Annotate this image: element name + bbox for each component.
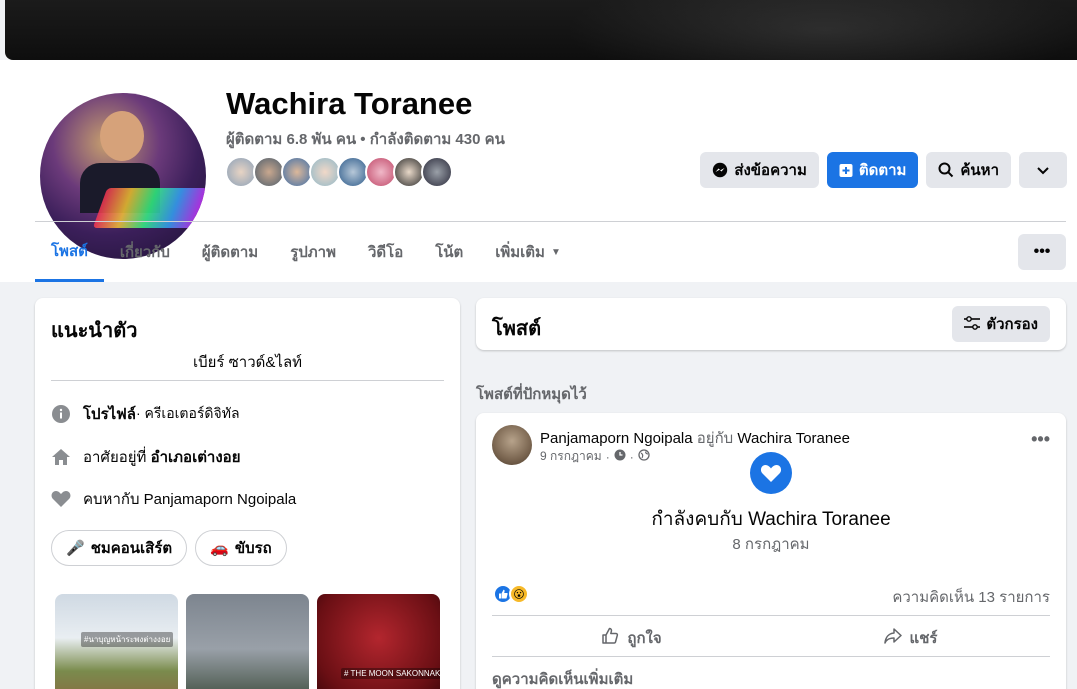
posts-header-card: โพสต์ ตัวกรอง xyxy=(476,298,1066,350)
cover-photo[interactable] xyxy=(5,0,1077,60)
intro-bio: เบียร์ ซาวด์&ไลท์ xyxy=(192,354,303,371)
relationship-date: 8 กรกฎาคม xyxy=(732,536,810,553)
photo-caption: # THE MOON SAKONNAKHON xyxy=(341,668,440,679)
message-label: ส่งข้อความ xyxy=(734,162,807,179)
info-lives-prefix: อาศัยอยู่ที่ xyxy=(83,449,151,466)
search-label: ค้นหา xyxy=(960,162,999,179)
info-icon xyxy=(51,404,71,424)
meta-separator: · xyxy=(629,449,634,464)
tab-more-label: เพิ่มเติม xyxy=(495,244,545,261)
tab-videos[interactable]: วิดีโอ xyxy=(352,222,419,282)
relationship-title: กำลังคบกับ Wachira Toranee xyxy=(651,509,891,530)
intro-card: แนะนำตัว เบียร์ ซาวด์&ไลท์ โปรไฟล์ · ครี… xyxy=(35,298,460,689)
hobby-chip-label: ชมคอนเสิร์ต xyxy=(90,540,173,557)
posts-title: โพสต์ xyxy=(492,318,542,340)
tab-photos[interactable]: รูปภาพ xyxy=(274,222,352,282)
view-more-comments-link[interactable]: ดูความคิดเห็นเพิ่มเติม xyxy=(492,667,633,689)
chevron-down-icon xyxy=(1037,162,1049,179)
post-with-text: อยู่กับ xyxy=(692,430,738,447)
message-button[interactable]: ส่งข้อความ xyxy=(700,152,819,188)
ellipsis-icon: ••• xyxy=(1033,243,1051,260)
hobby-chips: 🎤 ชมคอนเสิร์ต 🚗 ขับรถ xyxy=(51,530,287,566)
thumbs-up-icon xyxy=(601,627,619,650)
intro-title: แนะนำตัว xyxy=(51,320,138,342)
profile-header: Wachira Toranee ผู้ติดตาม 6.8 พัน คน • ก… xyxy=(0,60,1077,282)
more-options-button[interactable] xyxy=(1019,152,1067,188)
avatar[interactable] xyxy=(421,156,453,188)
share-icon xyxy=(883,627,902,649)
photo-caption: #นาบุญหน้าระพงต่างงอย xyxy=(81,632,174,647)
wow-reaction-icon: 😮 xyxy=(509,584,529,604)
profile-actions: ส่งข้อความ ติดตาม ค้นหา xyxy=(700,152,1067,188)
home-icon xyxy=(51,447,71,467)
follow-label: ติดตาม xyxy=(858,162,907,179)
microphone-icon: 🎤 xyxy=(66,540,85,557)
pinned-post: Panjamaporn Ngoipala อยู่กับ Wachira Tor… xyxy=(476,413,1066,689)
reactions-summary[interactable]: 😮 xyxy=(493,584,529,604)
tab-about[interactable]: เกี่ยวกับ xyxy=(104,222,186,282)
comments-count[interactable]: ความคิดเห็น 13 รายการ xyxy=(892,585,1050,609)
post-meta: 9 กรกฎาคม · · xyxy=(540,447,650,466)
info-relationship-value[interactable]: Panjamaporn Ngoipala xyxy=(144,491,297,508)
profile-name: Wachira Toranee xyxy=(226,86,473,121)
featured-photo[interactable]: #นาบุญหน้าระพงต่างงอย xyxy=(55,594,178,689)
tab-more[interactable]: เพิ่มเติม ▼ xyxy=(479,222,577,282)
tab-followers[interactable]: ผู้ติดตาม xyxy=(186,222,274,282)
follow-icon xyxy=(839,163,853,178)
relationship-heart-icon xyxy=(750,452,792,494)
meta-separator: · xyxy=(605,449,610,464)
pinned-posts-label: โพสต์ที่ปักหมุดไว้ xyxy=(476,386,587,403)
info-relationship-prefix: คบหากับ xyxy=(83,491,144,508)
info-lives: อาศัยอยู่ที่ อำเภอเต่างอย xyxy=(51,445,240,469)
filter-icon xyxy=(964,315,981,333)
post-divider xyxy=(492,615,1050,616)
featured-photo[interactable] xyxy=(186,594,309,689)
hobby-chip[interactable]: 🚗 ขับรถ xyxy=(195,530,287,566)
info-profile: โปรไฟล์ · ครีเอเตอร์ดิจิทัล xyxy=(51,402,240,426)
share-button[interactable]: แชร์ xyxy=(771,625,1050,651)
tab-notes[interactable]: โน้ต xyxy=(419,222,479,282)
avatar[interactable] xyxy=(492,425,532,465)
post-date[interactable]: 9 กรกฎาคม xyxy=(540,447,602,466)
follower-avatars[interactable] xyxy=(225,156,453,188)
post-author[interactable]: Panjamaporn Ngoipala xyxy=(540,430,693,447)
hobby-chip[interactable]: 🎤 ชมคอนเสิร์ต xyxy=(51,530,188,566)
like-button[interactable]: ถูกใจ xyxy=(492,625,771,651)
heart-icon xyxy=(51,489,71,509)
post-options-button[interactable]: ••• xyxy=(1031,429,1050,450)
bio-divider xyxy=(51,380,444,381)
featured-photos: #นาบุญหน้าระพงต่างงอย # THE MOON SAKONNA… xyxy=(55,594,440,689)
info-lives-value[interactable]: อำเภอเต่างอย xyxy=(151,445,241,469)
post-tagged-name[interactable]: Wachira Toranee xyxy=(737,430,850,447)
search-icon xyxy=(938,162,954,178)
share-label: แชร์ xyxy=(909,630,938,647)
filter-label: ตัวกรอง xyxy=(986,316,1038,333)
profile-tabs: โพสต์ เกี่ยวกับ ผู้ติดตาม รูปภาพ วิดีโอ … xyxy=(35,222,577,282)
clock-icon xyxy=(614,449,626,464)
follow-button[interactable]: ติดตาม xyxy=(826,152,919,188)
tabs-more-button[interactable]: ••• xyxy=(1018,234,1066,270)
featured-photo[interactable]: # THE MOON SAKONNAKHON xyxy=(317,594,440,689)
hobby-chip-label: ขับรถ xyxy=(234,540,272,557)
like-label: ถูกใจ xyxy=(627,630,662,647)
filter-button[interactable]: ตัวกรอง xyxy=(952,306,1050,342)
messenger-icon xyxy=(712,162,728,178)
post-divider xyxy=(492,656,1050,657)
car-icon: 🚗 xyxy=(210,540,229,557)
followers-count[interactable]: ผู้ติดตาม 6.8 พัน คน • กำลังติดตาม 430 ค… xyxy=(226,127,505,151)
search-button[interactable]: ค้นหา xyxy=(926,152,1011,188)
info-profile-label: โปรไฟล์ xyxy=(83,406,136,423)
info-relationship: คบหากับ Panjamaporn Ngoipala xyxy=(51,487,296,511)
globe-icon xyxy=(638,449,650,464)
caret-down-icon: ▼ xyxy=(550,246,561,258)
tab-posts[interactable]: โพสต์ xyxy=(35,222,104,282)
info-profile-value: · ครีเอเตอร์ดิจิทัล xyxy=(136,405,240,421)
